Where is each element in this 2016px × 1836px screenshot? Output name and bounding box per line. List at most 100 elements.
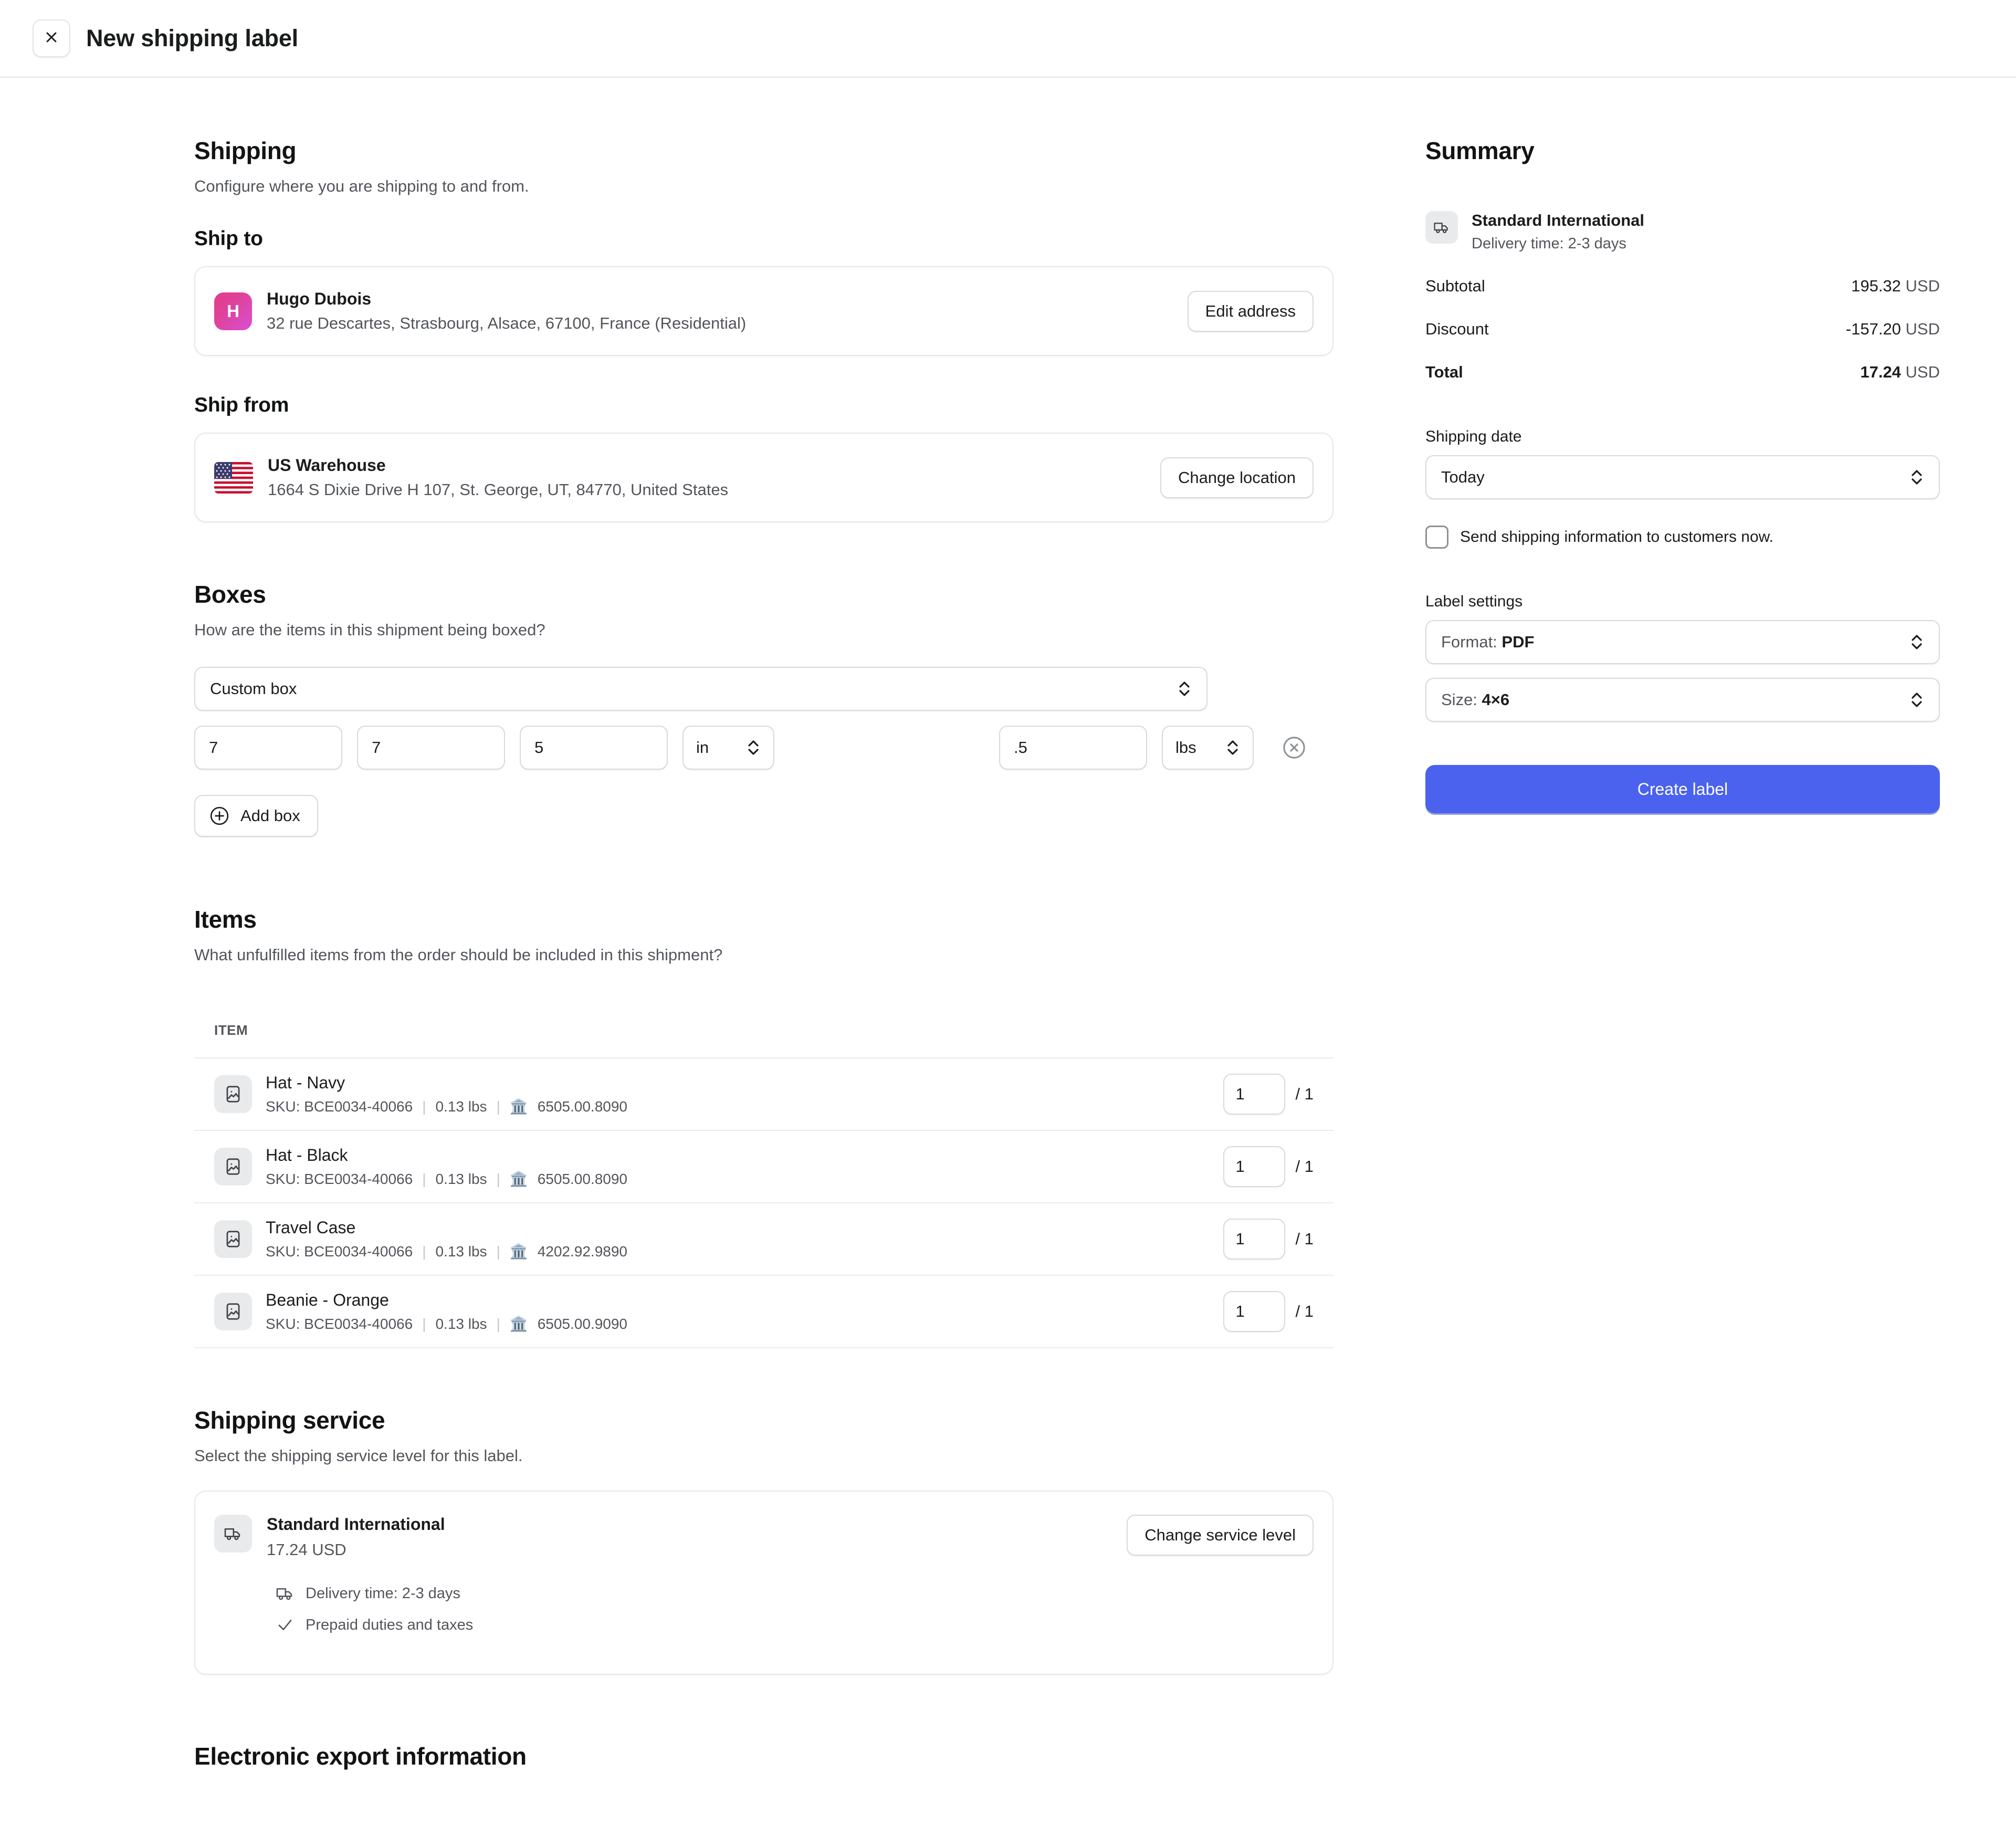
summary-column: Summary Standard International Delivery … [1425,78,1940,1770]
truck-icon [1425,211,1458,244]
meta-separator: | [496,1170,500,1187]
chevron-updown-icon [1177,678,1192,699]
summary-service-name: Standard International [1472,211,1644,229]
item-quantity-total: / 1 [1295,1302,1314,1320]
item-meta: SKU: BCE0034-40066 | 0.13 lbs | 🏛️ 6505.… [266,1098,627,1115]
label-format-text: Format: PDF [1441,633,1535,651]
summary-line-label: Discount [1425,320,1489,338]
page-title: New shipping label [86,25,298,51]
edit-address-button[interactable]: Edit address [1187,290,1314,332]
summary-line-total: Total 17.24 USD [1425,363,1940,382]
table-row: Hat - Navy SKU: BCE0034-40066 | 0.13 lbs… [194,1058,1334,1131]
box-height-input[interactable] [520,726,668,770]
chevron-updown-icon [1909,467,1924,488]
shipping-date-label: Shipping date [1425,428,1522,445]
items-section-subtitle: What unfulfilled items from the order sh… [194,946,723,964]
image-placeholder-icon [214,1148,252,1185]
send-shipping-info-checkbox[interactable] [1425,526,1448,549]
image-placeholder-icon [214,1293,252,1330]
weight-unit-value: lbs [1175,738,1196,757]
summary-line-subtotal: Subtotal 195.32 USD [1425,277,1940,296]
shipping-date-value: Today [1441,468,1485,486]
item-quantity-input[interactable] [1223,1219,1285,1260]
dimension-unit-select[interactable]: in [682,726,774,770]
truck-icon [214,1515,252,1552]
create-label-button[interactable]: Create label [1425,765,1940,813]
item-hs-code: 6505.00.8090 [537,1098,627,1115]
items-column-header: ITEM [194,1022,1334,1058]
page-body: Shipping Configure where you are shippin… [0,78,2016,1770]
add-box-button[interactable]: Add box [194,795,318,837]
item-quantity-total: / 1 [1295,1085,1314,1103]
change-location-button[interactable]: Change location [1160,457,1314,498]
item-hs-code: 4202.92.9890 [537,1243,627,1260]
send-shipping-info-row[interactable]: Send shipping information to customers n… [1425,526,1940,549]
plus-circle-icon [209,805,230,826]
item-quantity-total: / 1 [1295,1230,1314,1248]
boxes-section-title: Boxes [194,581,266,608]
item-quantity-input[interactable] [1223,1291,1285,1332]
item-name: Hat - Navy [266,1073,345,1092]
shipping-service-title: Shipping service [194,1407,385,1434]
dimension-unit-value: in [696,738,709,757]
box-weight-input[interactable] [999,726,1147,770]
items-table: ITEM Hat - Navy SKU: BCE0034-40066 | 0.1… [194,1022,1334,1348]
summary-line-value: -157.20 USD [1845,320,1940,338]
meta-separator: | [422,1170,426,1187]
image-placeholder-icon [214,1220,252,1258]
item-quantity-total: / 1 [1295,1157,1314,1176]
label-size-select[interactable]: Size: 4×6 [1425,678,1940,722]
truck-icon [275,1583,295,1603]
item-meta: SKU: BCE0034-40066 | 0.13 lbs | 🏛️ 6505.… [266,1170,627,1188]
chevron-updown-icon [1909,632,1924,653]
box-width-input[interactable] [357,726,505,770]
change-service-level-button[interactable]: Change service level [1127,1515,1314,1556]
shipping-date-select[interactable]: Today [1425,455,1940,499]
label-settings-label: Label settings [1425,593,1523,610]
ship-to-name: Hugo Dubois [267,289,372,308]
hs-code-icon: 🏛️ [509,1316,528,1332]
boxes-section-subtitle: How are the items in this shipment being… [194,621,545,639]
ship-from-name: US Warehouse [268,456,386,475]
item-quantity-input[interactable] [1223,1146,1285,1187]
hs-code-icon: 🏛️ [509,1171,528,1187]
top-bar: New shipping label [0,0,2016,78]
summary-line-value: 17.24 USD [1860,363,1940,381]
ship-to-card: H Hugo Dubois 32 rue Descartes, Strasbou… [194,266,1334,356]
service-feature-delivery-time: Delivery time: 2-3 days [275,1583,1314,1603]
hs-code-icon: 🏛️ [509,1098,528,1115]
item-hs-code: 6505.00.9090 [537,1315,627,1332]
box-length-input[interactable] [194,726,342,770]
item-weight: 0.13 lbs [435,1170,487,1187]
meta-separator: | [422,1315,426,1332]
service-feature-prepaid-duties: Prepaid duties and taxes [275,1615,1314,1635]
table-row: Travel Case SKU: BCE0034-40066 | 0.13 lb… [194,1203,1334,1276]
summary-line-value: 195.32 USD [1851,277,1940,295]
ship-from-heading: Ship from [194,394,289,416]
label-size-text: Size: 4×6 [1441,690,1510,709]
item-hs-code: 6505.00.8090 [537,1170,627,1187]
electronic-export-title: Electronic export information [194,1743,527,1770]
items-section-title: Items [194,906,257,933]
summary-line-label: Subtotal [1425,277,1485,295]
summary-service: Standard International Delivery time: 2-… [1425,211,1940,253]
box-dimensions-row: in lbs [194,726,1334,770]
meta-separator: | [496,1098,500,1115]
close-icon [43,29,60,48]
remove-box-icon[interactable] [1282,736,1306,760]
table-row: Beanie - Orange SKU: BCE0034-40066 | 0.1… [194,1276,1334,1348]
summary-title: Summary [1425,137,1535,164]
item-name: Travel Case [266,1218,356,1237]
box-type-select[interactable]: Custom box [194,667,1208,711]
shipping-date-group: Shipping date Today [1425,428,1940,499]
label-format-select[interactable]: Format: PDF [1425,620,1940,664]
label-settings-group: Label settings Format: PDF Size: 4×6 [1425,593,1940,722]
item-sku: SKU: BCE0034-40066 [266,1243,413,1260]
box-type-value: Custom box [210,679,297,698]
shipping-section-subtitle: Configure where you are shipping to and … [194,177,529,195]
item-quantity-input[interactable] [1223,1074,1285,1115]
weight-unit-select[interactable]: lbs [1162,726,1254,770]
item-sku: SKU: BCE0034-40066 [266,1315,413,1332]
close-button[interactable] [33,19,70,57]
service-feature-label: Delivery time: 2-3 days [306,1585,460,1602]
